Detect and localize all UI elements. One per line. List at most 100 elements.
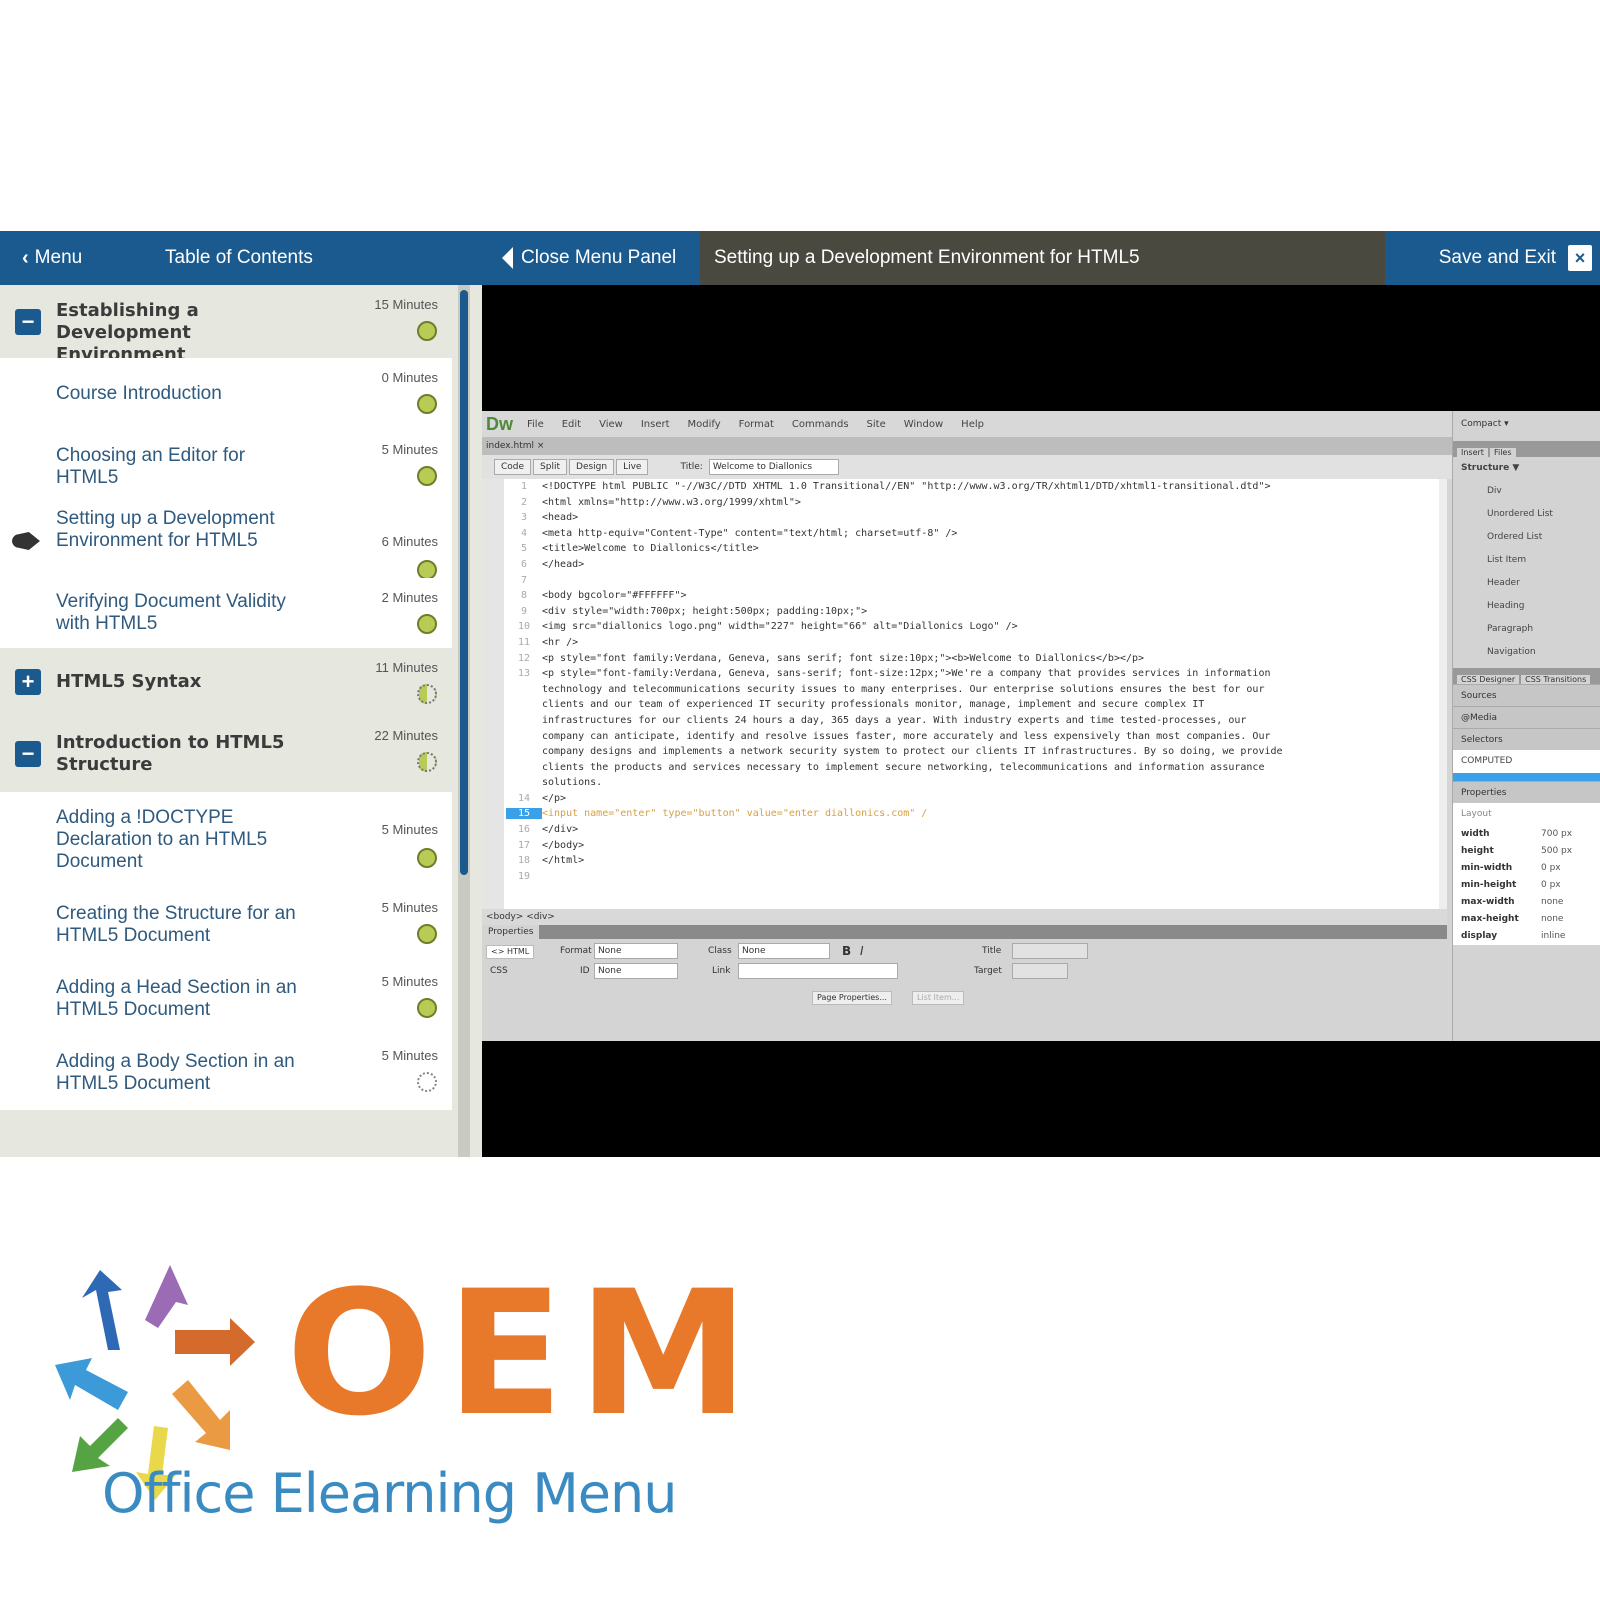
view-mode-button: Code: [494, 459, 532, 475]
coding-toolbar: [482, 479, 504, 909]
toc-section[interactable]: + HTML5 Syntax 11 Minutes: [0, 648, 452, 716]
panel-tab: Insert: [1457, 448, 1488, 457]
format-select: None: [594, 943, 678, 959]
toc-section[interactable]: − Establishing a Development Environment 1…: [0, 285, 452, 365]
insert-item: Heading: [1487, 601, 1525, 611]
code-line: 17 </body>: [506, 840, 1446, 856]
lesson-title: Adding a !DOCTYPE Declaration to an HTML…: [56, 807, 268, 872]
expand-icon[interactable]: +: [15, 669, 41, 695]
css-property-value: 500 px: [1541, 846, 1573, 856]
current-lesson-pointer-icon: [12, 532, 40, 550]
lesson-title: Setting up a Development Environment for…: [56, 508, 275, 551]
save-and-exit-button[interactable]: Save and Exit ×: [1385, 231, 1600, 285]
completed-status-icon: [417, 466, 437, 486]
line-number: 5: [520, 543, 528, 555]
toc-scrollbar-thumb[interactable]: [460, 290, 468, 875]
close-menu-panel-button[interactable]: Close Menu Panel: [502, 247, 676, 269]
css-property-row: max-height none: [1453, 911, 1600, 928]
code-text: <body bgcolor="#FFFFFF">: [542, 590, 687, 602]
code-text: <!DOCTYPE html PUBLIC "-//W3C//DTD XHTML…: [542, 481, 1271, 492]
insert-item: List Item: [1487, 555, 1527, 565]
code-text: </head>: [542, 558, 585, 570]
title-label: Title: [982, 946, 1002, 956]
collapse-icon[interactable]: −: [15, 309, 41, 335]
code-text: <div style="width:700px; height:500px; p…: [542, 605, 868, 617]
toc-lesson[interactable]: Course Introduction 0 Minutes: [0, 358, 452, 430]
menu-button[interactable]: ‹ Menu: [22, 247, 82, 270]
lesson-title: Verifying Document Validity with HTML5: [56, 591, 286, 634]
code-text: <meta http-equiv="Content-Type" content=…: [542, 527, 958, 539]
video-player[interactable]: Dw File Edit View Insert Modify Format Command…: [482, 285, 1600, 1157]
document-tab: index.html ×: [482, 437, 1452, 455]
toc-lesson[interactable]: Adding a Body Section in an HTML5 Docume…: [0, 1036, 452, 1110]
link-field: [738, 963, 898, 979]
css-property-row: width 700 px: [1453, 826, 1600, 843]
code-text: <head>: [542, 512, 579, 524]
css-property-name: display: [1461, 931, 1498, 941]
code-text: company can anticipate, identify and res…: [542, 730, 1271, 742]
css-property-name: min-width: [1461, 863, 1513, 873]
link-label: Link: [712, 966, 731, 976]
close-icon[interactable]: ×: [1568, 245, 1592, 271]
list-item-button: List Item...: [912, 991, 965, 1005]
toc-lesson[interactable]: Adding a !DOCTYPE Declaration to an HTML…: [0, 792, 452, 888]
insert-item: Navigation: [1487, 647, 1536, 657]
toc-section[interactable]: − Introduction to HTML5 Structure 22 Minut…: [0, 716, 452, 792]
code-text: <img src="diallonics logo.png" width="22…: [542, 621, 1018, 633]
toc-lesson[interactable]: Creating the Structure for an HTML5 Docu…: [0, 888, 452, 962]
lesson-title: Adding a Body Section in an HTML5 Docume…: [56, 1051, 295, 1094]
code-line: 5 <title>Welcome to Diallonics</title>: [506, 543, 1446, 559]
code-line: 10 <img src="diallonics logo.png" width="…: [506, 621, 1446, 637]
completed-status-icon: [417, 394, 437, 414]
duration-label: 15 Minutes: [374, 297, 438, 312]
duration-label: 5 Minutes: [381, 900, 438, 915]
lesson-title: Adding a Head Section in an HTML5 Docume…: [56, 977, 297, 1020]
line-number: 8: [520, 590, 528, 602]
css-section-header: @Media: [1453, 706, 1600, 728]
editor-menu-item: Window: [903, 418, 944, 430]
view-mode-button: Live: [616, 459, 649, 475]
toc-lesson[interactable]: Adding a Head Section in an HTML5 Docume…: [0, 962, 452, 1036]
collapse-icon[interactable]: −: [15, 741, 41, 767]
code-line: 15 <input name="enter" type="button" valu…: [506, 808, 1446, 824]
line-number: 10: [517, 621, 531, 633]
css-panel-tabs: CSS Designer CSS Transitions: [1453, 668, 1600, 684]
line-number: 19: [517, 870, 531, 882]
code-line: 11 <hr />: [506, 637, 1446, 653]
code-line: 8 <body bgcolor="#FFFFFF">: [506, 590, 1446, 606]
code-line: technology and telecommunications securi…: [506, 684, 1446, 700]
insert-item: Ordered List: [1487, 532, 1543, 542]
html-mode-button: <> HTML: [486, 945, 535, 959]
line-number: 9: [520, 605, 528, 617]
section-title: HTML5 Syntax: [56, 671, 202, 692]
code-line: infrastructures for our clients 24 hours…: [506, 715, 1446, 731]
properties-header: Properties: [1453, 781, 1600, 803]
close-menu-panel-label: Close Menu Panel: [521, 247, 677, 268]
editor-menu-item: Modify: [687, 418, 721, 430]
toc-lesson[interactable]: Choosing an Editor for HTML5 5 Minutes: [0, 430, 452, 504]
line-number: 18: [517, 855, 531, 867]
code-line: 16 </div>: [506, 824, 1446, 840]
css-section-header: Selectors: [1453, 728, 1600, 750]
toc-lesson[interactable]: Setting up a Development Environment for…: [0, 504, 452, 580]
line-number: 4: [520, 527, 528, 539]
code-text: clients and our team of experienced IT s…: [542, 699, 1205, 711]
table-of-contents-panel: − Establishing a Development Environment 1…: [0, 285, 482, 1157]
tag-selector: <body> <div>: [482, 909, 1447, 925]
code-line: clients and our team of experienced IT s…: [506, 699, 1446, 715]
logo-brand-text: OEM: [286, 1253, 763, 1454]
table-of-contents-tab[interactable]: Table of Contents: [165, 247, 313, 269]
duration-label: 6 Minutes: [381, 534, 438, 549]
completed-status-icon: [417, 924, 437, 944]
code-line: 2 <html xmlns="http://www.w3.org/1999/xht…: [506, 497, 1446, 513]
layout-section: Layout: [1453, 803, 1600, 826]
toc-lesson[interactable]: Verifying Document Validity with HTML5 2 …: [0, 578, 452, 648]
code-view: 1 <!DOCTYPE html PUBLIC "-//W3C//DTD XHTM…: [482, 479, 1447, 909]
class-select: None: [738, 943, 830, 959]
code-line: clients the products and services necess…: [506, 762, 1446, 778]
code-line: company designs and implements a network…: [506, 746, 1446, 762]
css-designer-sections: Sources @Media Selectors: [1453, 684, 1600, 750]
css-properties-list: width 700 px height 500 px min-width 0 px min-…: [1453, 826, 1600, 945]
css-property-value: 700 px: [1541, 829, 1573, 839]
editor-menu-item: Commands: [791, 418, 849, 430]
